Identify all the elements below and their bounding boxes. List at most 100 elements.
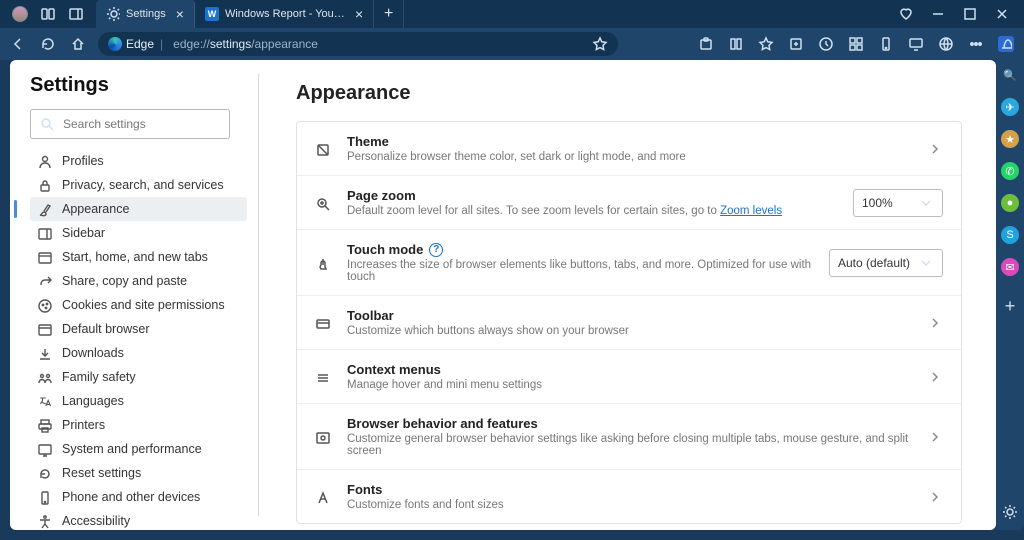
browser-icon (36, 321, 52, 337)
touch-icon (313, 254, 333, 272)
nav-label: Appearance (62, 202, 129, 216)
lang-icon (36, 393, 52, 409)
tab-windows-report[interactable]: W Windows Report - Your go-to sou × (195, 0, 374, 28)
zoom-levels-link[interactable]: Zoom levels (720, 205, 782, 217)
read-aloud-icon[interactable] (728, 36, 744, 52)
more-icon[interactable] (968, 36, 984, 52)
collections-icon[interactable] (788, 36, 804, 52)
send-to-device-icon[interactable] (878, 36, 894, 52)
touch-mode-select[interactable]: Auto (default) (829, 249, 943, 277)
nav-item-start-home-and-new-tabs[interactable]: Start, home, and new tabs (30, 245, 247, 269)
nav-item-reset-settings[interactable]: Reset settings (30, 461, 247, 485)
setting-row-fonts[interactable]: Fonts Customize fonts and font sizes (297, 469, 961, 523)
chevron-down-icon (918, 255, 934, 271)
title-bar: Settings × W Windows Report - Your go-to… (0, 0, 1024, 28)
page-zoom-select[interactable]: 100% (853, 189, 943, 217)
apps-icon[interactable] (848, 36, 864, 52)
toolbar: Edge | edge://settings/appearance (0, 28, 1024, 60)
nav-item-printers[interactable]: Printers (30, 413, 247, 437)
workspaces-icon[interactable] (40, 6, 56, 22)
row-title: Theme (347, 134, 913, 149)
chevron-down-icon (918, 195, 934, 211)
sidebar-app-4[interactable]: ● (1001, 194, 1019, 212)
help-icon[interactable]: ? (429, 243, 443, 257)
tab-settings[interactable]: Settings × (96, 0, 195, 28)
context-icon (313, 368, 333, 386)
brush-icon (36, 201, 52, 217)
refresh-icon[interactable] (40, 36, 56, 52)
favorite-star-icon[interactable] (592, 36, 608, 52)
nav-label: Share, copy and paste (62, 274, 187, 288)
nav-item-appearance[interactable]: Appearance (30, 197, 247, 221)
sidebar-app-0[interactable]: 🔍 (1001, 66, 1019, 84)
screenshot-icon[interactable] (908, 36, 924, 52)
sidebar-app-6[interactable]: ✉ (1001, 258, 1019, 276)
url-text: edge://settings/appearance (173, 37, 584, 51)
site-identity[interactable]: Edge | (108, 37, 165, 51)
sidebar-settings-icon[interactable] (1002, 504, 1018, 520)
nav-label: Cookies and site permissions (62, 298, 225, 312)
nav-item-cookies-and-site-permissions[interactable]: Cookies and site permissions (30, 293, 247, 317)
row-description: Customize fonts and font sizes (347, 499, 913, 511)
row-description: Increases the size of browser elements l… (347, 259, 815, 283)
person-icon (36, 153, 52, 169)
site-favicon: W (205, 7, 219, 21)
history-icon[interactable] (818, 36, 834, 52)
sidebar-app-3[interactable]: ✆ (1001, 162, 1019, 180)
setting-row-context-menus[interactable]: Context menus Manage hover and mini menu… (297, 349, 961, 403)
nav-item-share-copy-and-paste[interactable]: Share, copy and paste (30, 269, 247, 293)
minimize-icon[interactable] (930, 6, 946, 22)
nav-item-phone-and-other-devices[interactable]: Phone and other devices (30, 485, 247, 509)
family-icon (36, 369, 52, 385)
sidebar-add-button[interactable]: + (1005, 296, 1016, 317)
setting-row-browser-behavior-and-features[interactable]: Browser behavior and features Customize … (297, 403, 961, 469)
favorites-icon[interactable] (758, 36, 774, 52)
nav-item-languages[interactable]: Languages (30, 389, 247, 413)
wellness-icon[interactable] (898, 6, 914, 22)
nav-item-profiles[interactable]: Profiles (30, 149, 247, 173)
copilot-icon[interactable] (998, 36, 1014, 52)
maximize-icon[interactable] (962, 6, 978, 22)
row-description: Personalize browser theme color, set dar… (347, 151, 913, 163)
nav-item-family-safety[interactable]: Family safety (30, 365, 247, 389)
chevron-right-icon (927, 369, 943, 385)
sidebar-app-1[interactable]: ✈ (1001, 98, 1019, 116)
row-description: Manage hover and mini menu settings (347, 379, 913, 391)
window-icon (36, 249, 52, 265)
tab-label: Settings (126, 8, 166, 20)
new-tab-button[interactable]: + (374, 0, 404, 28)
close-icon[interactable]: × (355, 7, 363, 21)
extensions-icon[interactable] (698, 36, 714, 52)
chevron-right-icon (927, 315, 943, 331)
nav-label: Sidebar (62, 226, 105, 240)
identity-label: Edge (126, 37, 154, 51)
row-title: Browser behavior and features (347, 416, 913, 431)
gear-icon (106, 7, 120, 21)
sidebar-app-2[interactable]: ★ (1001, 130, 1019, 148)
close-window-icon[interactable] (994, 6, 1010, 22)
nav-item-sidebar[interactable]: Sidebar (30, 221, 247, 245)
row-title: Page zoom (347, 188, 839, 203)
share-icon[interactable] (938, 36, 954, 52)
setting-row-theme[interactable]: Theme Personalize browser theme color, s… (297, 122, 961, 175)
sidebar-strip: 🔍 ✈ ★ ✆ ● S ✉ + (996, 60, 1024, 530)
theme-icon (313, 140, 333, 158)
sidebar-app-5[interactable]: S (1001, 226, 1019, 244)
profile-avatar[interactable] (12, 6, 28, 22)
a11y-icon (36, 513, 52, 529)
nav-item-system-and-performance[interactable]: System and performance (30, 437, 247, 461)
address-bar[interactable]: Edge | edge://settings/appearance (98, 32, 618, 56)
back-icon[interactable] (10, 36, 26, 52)
setting-row-toolbar[interactable]: Toolbar Customize which buttons always s… (297, 295, 961, 349)
panel-icon (36, 225, 52, 241)
printer-icon (36, 417, 52, 433)
search-input[interactable]: Search settings (30, 109, 230, 139)
home-icon[interactable] (70, 36, 86, 52)
close-icon[interactable]: × (176, 7, 184, 21)
nav-item-privacy-search-and-services[interactable]: Privacy, search, and services (30, 173, 247, 197)
nav-item-downloads[interactable]: Downloads (30, 341, 247, 365)
select-value: Auto (default) (838, 256, 910, 270)
nav-item-default-browser[interactable]: Default browser (30, 317, 247, 341)
nav-item-accessibility[interactable]: Accessibility (30, 509, 247, 530)
tab-actions-icon[interactable] (68, 6, 84, 22)
